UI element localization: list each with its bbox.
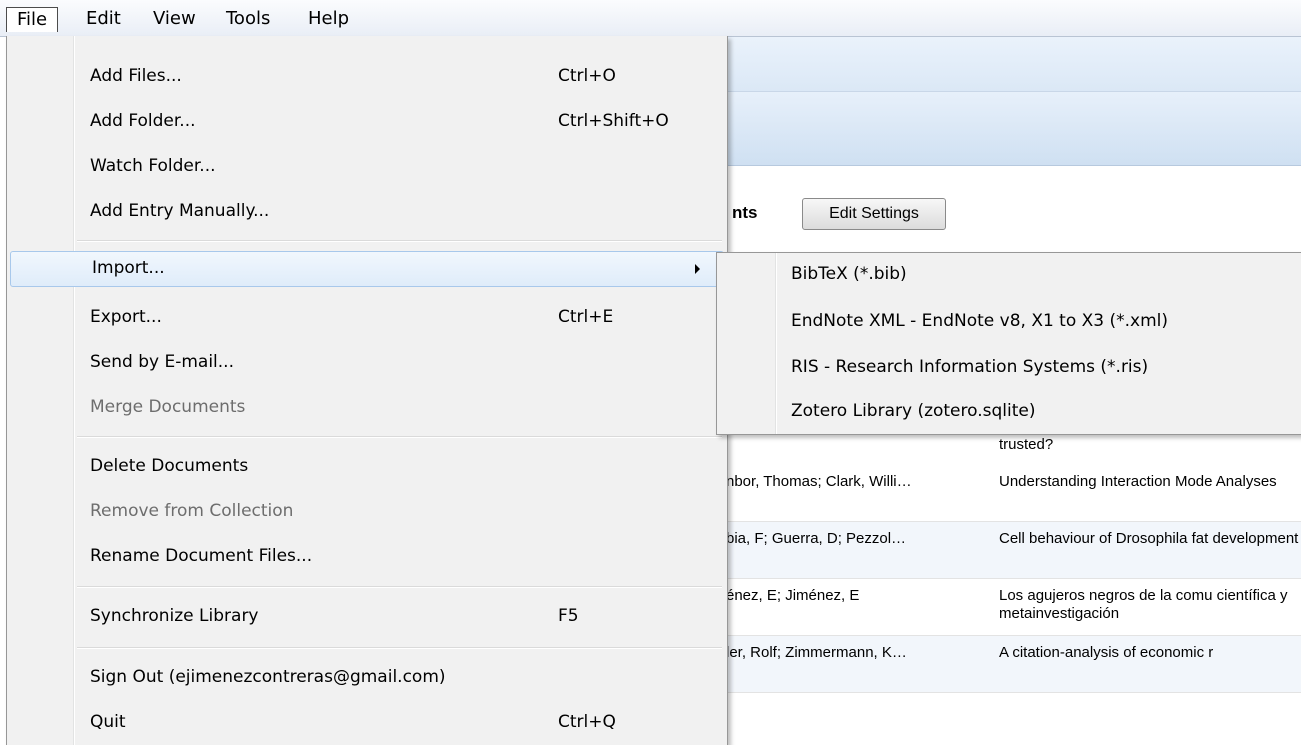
menu-item-label: Export...: [90, 307, 162, 327]
menu-item-shortcut: F5: [558, 606, 579, 626]
submenu-arrow-icon: [695, 264, 700, 274]
menu-item-label: Sign Out (ejimenezcontreras@gmail.com): [90, 667, 446, 687]
header-band: [726, 92, 1301, 166]
menu-item-label: Delete Documents: [90, 456, 249, 476]
table-row[interactable]: bia, F; Guerra, D; Pezzol… Cell behaviou…: [726, 522, 1301, 579]
menu-item-label: Merge Documents: [90, 397, 246, 417]
menu-item-shortcut: Ctrl+E: [558, 307, 614, 327]
menu-item-send-by-email[interactable]: Send by E-mail...: [9, 345, 725, 381]
menu-item-quit[interactable]: Quit Ctrl+Q: [9, 705, 725, 741]
section-heading: nts: [732, 203, 758, 222]
menu-separator: [77, 240, 722, 242]
title-cell: Understanding Interaction Mode Analyses: [999, 473, 1277, 490]
table-row[interactable]: ler, Rolf; Zimmermann, K… A citation-ana…: [726, 636, 1301, 693]
authors-cell: énez, E; Jiménez, E: [726, 587, 860, 604]
menu-separator: [77, 436, 722, 438]
menu-item-export[interactable]: Export... Ctrl+E: [9, 300, 725, 336]
menu-item-add-files[interactable]: Add Files... Ctrl+O: [9, 59, 725, 95]
title-cell: Cell behaviour of Drosophila fat develop…: [999, 530, 1299, 547]
file-menu-dropdown: Add Files... Ctrl+O Add Folder... Ctrl+S…: [6, 36, 728, 745]
menu-item-rename-document-files[interactable]: Rename Document Files...: [9, 539, 725, 575]
menu-item-merge-documents: Merge Documents: [9, 390, 725, 426]
menubar: File Edit View Tools Help: [0, 0, 1301, 37]
authors-cell: ler, Rolf; Zimmermann, K…: [726, 644, 907, 661]
submenu-item-zotero-library[interactable]: Zotero Library (zotero.sqlite): [791, 401, 1036, 421]
menu-item-add-folder[interactable]: Add Folder... Ctrl+Shift+O: [9, 104, 725, 140]
menu-item-delete-documents[interactable]: Delete Documents: [9, 449, 725, 485]
submenu-icon-gutter: [775, 253, 777, 434]
title-cell: Los agujeros negros de la comu científic…: [999, 587, 1288, 622]
import-submenu: BibTeX (*.bib) EndNote XML - EndNote v8,…: [716, 252, 1301, 435]
edit-settings-button[interactable]: Edit Settings: [802, 198, 946, 230]
menu-help[interactable]: Help: [300, 6, 357, 32]
menu-item-watch-folder[interactable]: Watch Folder...: [9, 149, 725, 185]
menu-item-label: Watch Folder...: [90, 156, 216, 176]
menu-view[interactable]: View: [145, 6, 204, 32]
menu-item-label: Add Folder...: [90, 111, 196, 131]
menu-edit[interactable]: Edit: [78, 6, 129, 32]
menu-item-label: Synchronize Library: [90, 606, 259, 626]
menu-item-sign-out[interactable]: Sign Out (ejimenezcontreras@gmail.com): [9, 660, 725, 696]
menu-tools[interactable]: Tools: [218, 6, 278, 32]
toolbar-band: [726, 37, 1301, 92]
menu-separator: [77, 647, 722, 649]
submenu-item-bibtex[interactable]: BibTeX (*.bib): [791, 264, 907, 284]
title-cell: A citation-analysis of economic r: [999, 644, 1214, 661]
submenu-item-ris[interactable]: RIS - Research Information Systems (*.ri…: [791, 357, 1148, 377]
menu-item-label: Import...: [92, 258, 165, 278]
menu-file[interactable]: File: [6, 7, 59, 32]
menu-item-label: Send by E-mail...: [90, 352, 234, 372]
menu-item-label: Quit: [90, 712, 126, 732]
document-title-fragment: trusted?: [999, 436, 1054, 453]
menu-item-shortcut: Ctrl+Q: [558, 712, 616, 732]
menu-item-label: Remove from Collection: [90, 501, 294, 521]
menu-item-import[interactable]: Import...: [10, 251, 724, 287]
menu-item-shortcut: Ctrl+Shift+O: [558, 111, 669, 131]
authors-cell: bia, F; Guerra, D; Pezzol…: [726, 530, 907, 547]
menu-item-add-entry-manually[interactable]: Add Entry Manually...: [9, 194, 725, 230]
menu-item-label: Add Entry Manually...: [90, 201, 270, 221]
table-row[interactable]: nbor, Thomas; Clark, Willi… Understandin…: [726, 465, 1301, 522]
menu-item-shortcut: Ctrl+O: [558, 66, 616, 86]
menu-item-label: Rename Document Files...: [90, 546, 313, 566]
submenu-item-endnote-xml[interactable]: EndNote XML - EndNote v8, X1 to X3 (*.xm…: [791, 311, 1168, 331]
menu-item-synchronize-library[interactable]: Synchronize Library F5: [9, 599, 725, 635]
menu-separator: [77, 586, 722, 588]
menu-item-remove-from-collection: Remove from Collection: [9, 494, 725, 530]
table-row[interactable]: énez, E; Jiménez, E Los agujeros negros …: [726, 579, 1301, 636]
menu-item-label: Add Files...: [90, 66, 182, 86]
authors-cell: nbor, Thomas; Clark, Willi…: [726, 473, 912, 490]
